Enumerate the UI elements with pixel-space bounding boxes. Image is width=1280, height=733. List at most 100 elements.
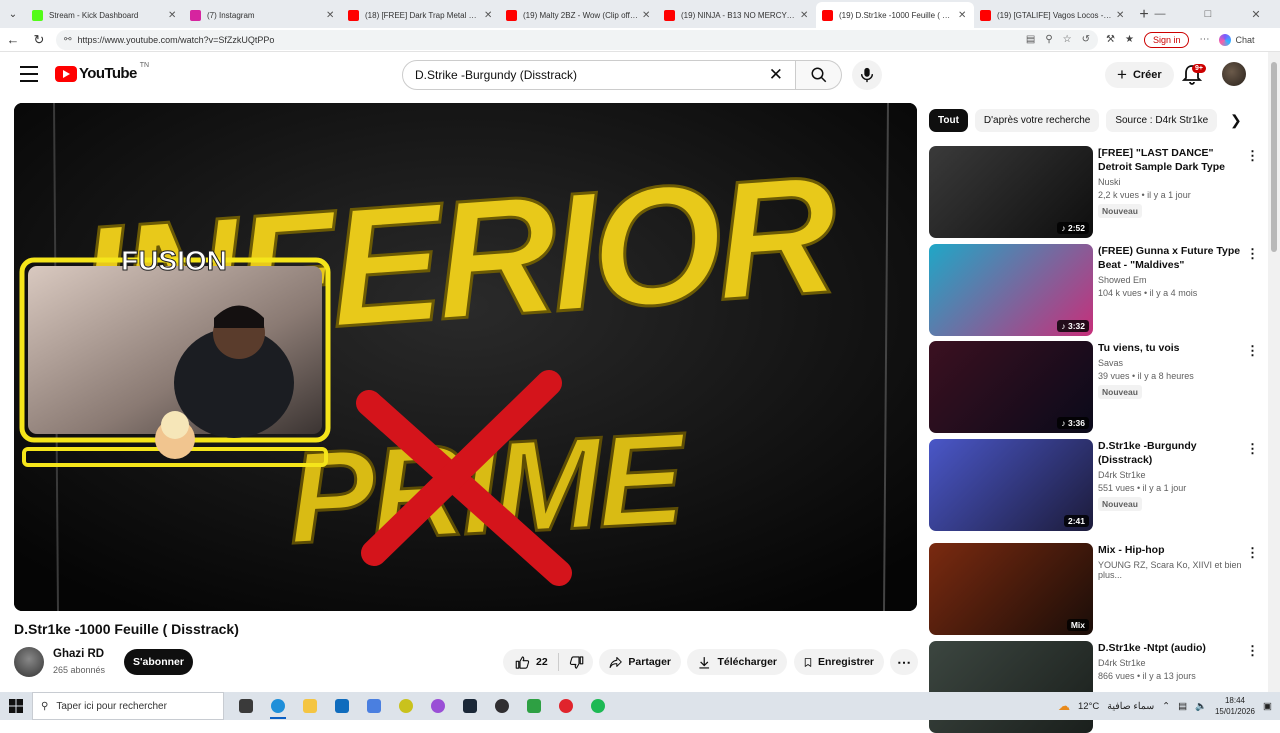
chat-button[interactable]: Chat	[1219, 33, 1254, 46]
recommended-title[interactable]: [FREE] "LAST DANCE" Detroit Sample Dark …	[1098, 146, 1246, 174]
recommended-video[interactable]: ♪ 3:36 Tu viens, tu vois Savas 39 vues • il…	[929, 341, 1259, 433]
like-button[interactable]: 22	[503, 653, 559, 671]
recommended-channel[interactable]: D4rk Str1ke	[1098, 658, 1246, 668]
close-window-button[interactable]: ✕	[1232, 0, 1280, 28]
app-green-taskbar-button[interactable]	[518, 692, 550, 720]
recommended-video[interactable]: 2:41 D.Str1ke -Burgundy (Disstrack) D4rk S…	[929, 439, 1259, 531]
back-button[interactable]: ←	[0, 28, 26, 52]
video-thumbnail[interactable]: ♪ 2:52	[929, 146, 1093, 238]
close-tab-icon[interactable]: ✕	[800, 10, 810, 21]
account-avatar[interactable]	[1222, 62, 1246, 86]
recommended-channel[interactable]: D4rk Str1ke	[1098, 470, 1246, 480]
favorites-icon[interactable]: ★	[1125, 34, 1134, 45]
maximize-button[interactable]: □	[1184, 0, 1232, 28]
more-vert-icon[interactable]: ⋮	[1246, 545, 1259, 561]
recommended-video[interactable]: ♪ 3:32 (FREE) Gunna x Future Type Beat - …	[929, 244, 1259, 336]
minimize-button[interactable]: —	[1136, 0, 1184, 28]
app-yellow-taskbar-button[interactable]	[390, 692, 422, 720]
chevron-right-icon[interactable]: ❯	[1230, 112, 1242, 129]
store-taskbar-button[interactable]	[358, 692, 390, 720]
download-button[interactable]: Télécharger	[687, 649, 787, 675]
browser-tab[interactable]: (19) NINJA - B13 NO MERCY - You ✕	[658, 2, 816, 28]
close-tab-icon[interactable]: ✕	[484, 10, 494, 21]
browser-tab[interactable]: Stream - Kick Dashboard ✕	[26, 2, 184, 28]
video-thumbnail[interactable]: 2:41	[929, 439, 1093, 531]
browser-tab[interactable]: (7) Instagram ✕	[184, 2, 342, 28]
sign-in-button[interactable]: Sign in	[1143, 31, 1190, 48]
recommended-title[interactable]: (FREE) Gunna x Future Type Beat - "Maldi…	[1098, 244, 1246, 272]
browser-tab[interactable]: (18) [FREE] Dark Trap Metal Beat - ✕	[342, 2, 500, 28]
volume-icon[interactable]: 🔈	[1195, 701, 1207, 712]
more-menu-icon[interactable]: ⋯	[1199, 34, 1209, 45]
browser-tab[interactable]: (19) Malty 2BZ - Wow (Clip officiel ✕	[500, 2, 658, 28]
task-view-taskbar-button[interactable]	[230, 692, 262, 720]
page-scrollbar[interactable]	[1268, 52, 1280, 692]
weather-temp[interactable]: 12°C	[1078, 701, 1099, 712]
recommended-channel[interactable]: Savas	[1098, 358, 1246, 368]
tab-list-chevron-icon[interactable]: ⌄	[0, 0, 26, 28]
menu-icon[interactable]	[20, 66, 38, 82]
more-vert-icon[interactable]: ⋮	[1246, 343, 1259, 359]
clear-search-icon[interactable]: ✕	[769, 65, 783, 85]
notification-center-icon[interactable]: ▣	[1263, 701, 1272, 712]
video-player[interactable]: INFERIOR PRIME FUSION	[14, 103, 917, 611]
more-vert-icon[interactable]: ⋮	[1246, 148, 1259, 164]
recommended-title[interactable]: Mix - Hip-hop	[1098, 543, 1246, 557]
browser-tab[interactable]: (19) D.Str1ke -1000 Feuille ( Disstr ✕	[816, 2, 974, 28]
recommended-channel[interactable]: Nuski	[1098, 177, 1246, 187]
file-explorer-taskbar-button[interactable]	[294, 692, 326, 720]
recommended-channel[interactable]: YOUNG RZ, Scara Ko, XIIVI et bien plus..…	[1098, 560, 1246, 580]
site-info-icon[interactable]: ⚯	[64, 34, 72, 45]
video-thumbnail[interactable]: ♪ 3:36	[929, 341, 1093, 433]
spotify-taskbar-button[interactable]	[582, 692, 614, 720]
outlook-taskbar-button[interactable]	[326, 692, 358, 720]
steam-taskbar-button[interactable]	[454, 692, 486, 720]
close-tab-icon[interactable]: ✕	[168, 10, 178, 21]
recommended-title[interactable]: D.Str1ke -Ntpt (audio)	[1098, 641, 1246, 655]
youtube-logo[interactable]: YouTube TN	[55, 62, 149, 82]
zoom-icon[interactable]: ⚲	[1045, 34, 1052, 45]
save-button[interactable]: Enregistrer	[794, 649, 884, 675]
close-tab-icon[interactable]: ✕	[642, 10, 652, 21]
more-vert-icon[interactable]: ⋮	[1246, 441, 1259, 457]
extensions-icon[interactable]: ⚒	[1106, 34, 1115, 45]
favorite-star-icon[interactable]: ☆	[1063, 34, 1072, 45]
create-button[interactable]: + Créer	[1105, 62, 1174, 88]
recommended-video[interactable]: Mix Mix - Hip-hop YOUNG RZ, Scara Ko, XIIV…	[929, 543, 1259, 635]
subscribe-button[interactable]: S'abonner	[124, 649, 193, 675]
taskbar-search-box[interactable]: ⚲ Taper ici pour rechercher	[32, 692, 224, 720]
refresh-page-icon[interactable]: ↺	[1082, 34, 1090, 45]
tray-overflow-icon[interactable]: ⌃	[1162, 701, 1170, 712]
app-purple-taskbar-button[interactable]	[422, 692, 454, 720]
video-thumbnail[interactable]: ♪ 3:32	[929, 244, 1093, 336]
close-tab-icon[interactable]: ✕	[958, 10, 968, 21]
browser-tab[interactable]: (19) [GTALIFE] Vagos Locos - Mon ✕	[974, 2, 1132, 28]
more-vert-icon[interactable]: ⋮	[1246, 643, 1259, 659]
video-thumbnail[interactable]: Mix	[929, 543, 1093, 635]
channel-name[interactable]: Ghazi RD	[53, 648, 104, 660]
recommended-title[interactable]: D.Str1ke -Burgundy (Disstrack)	[1098, 439, 1246, 467]
recommended-video[interactable]: ♪ 2:52 [FREE] "LAST DANCE" Detroit Sample…	[929, 146, 1259, 238]
reload-button[interactable]: ↻	[26, 28, 52, 52]
edge-taskbar-button[interactable]	[262, 692, 294, 720]
filter-chip[interactable]: D'après votre recherche	[974, 109, 1100, 132]
filter-chip[interactable]: Source : D4rk Str1ke	[1106, 109, 1218, 132]
recommended-channel[interactable]: Showed Em	[1098, 275, 1246, 285]
dislike-button[interactable]	[559, 655, 594, 670]
close-tab-icon[interactable]: ✕	[326, 10, 336, 21]
share-button[interactable]: Partager	[599, 649, 681, 675]
channel-avatar[interactable]	[14, 647, 44, 677]
opera-taskbar-button[interactable]	[550, 692, 582, 720]
recommended-title[interactable]: Tu viens, tu vois	[1098, 341, 1246, 355]
obs-taskbar-button[interactable]	[486, 692, 518, 720]
close-tab-icon[interactable]: ✕	[1116, 10, 1126, 21]
voice-search-button[interactable]	[852, 60, 882, 90]
start-button[interactable]	[0, 692, 32, 720]
search-button[interactable]	[796, 60, 842, 90]
search-input[interactable]: D.Strike -Burgundy (Disstrack) ✕	[402, 60, 796, 90]
scrollbar-thumb[interactable]	[1271, 62, 1277, 252]
network-icon[interactable]: ▤	[1178, 701, 1187, 712]
clock[interactable]: 18:44 15/01/2026	[1215, 695, 1255, 717]
weather-icon[interactable]: ☁	[1058, 699, 1070, 713]
url-field[interactable]: ⚯ https://www.youtube.com/watch?v=SfZzkU…	[56, 29, 1098, 50]
